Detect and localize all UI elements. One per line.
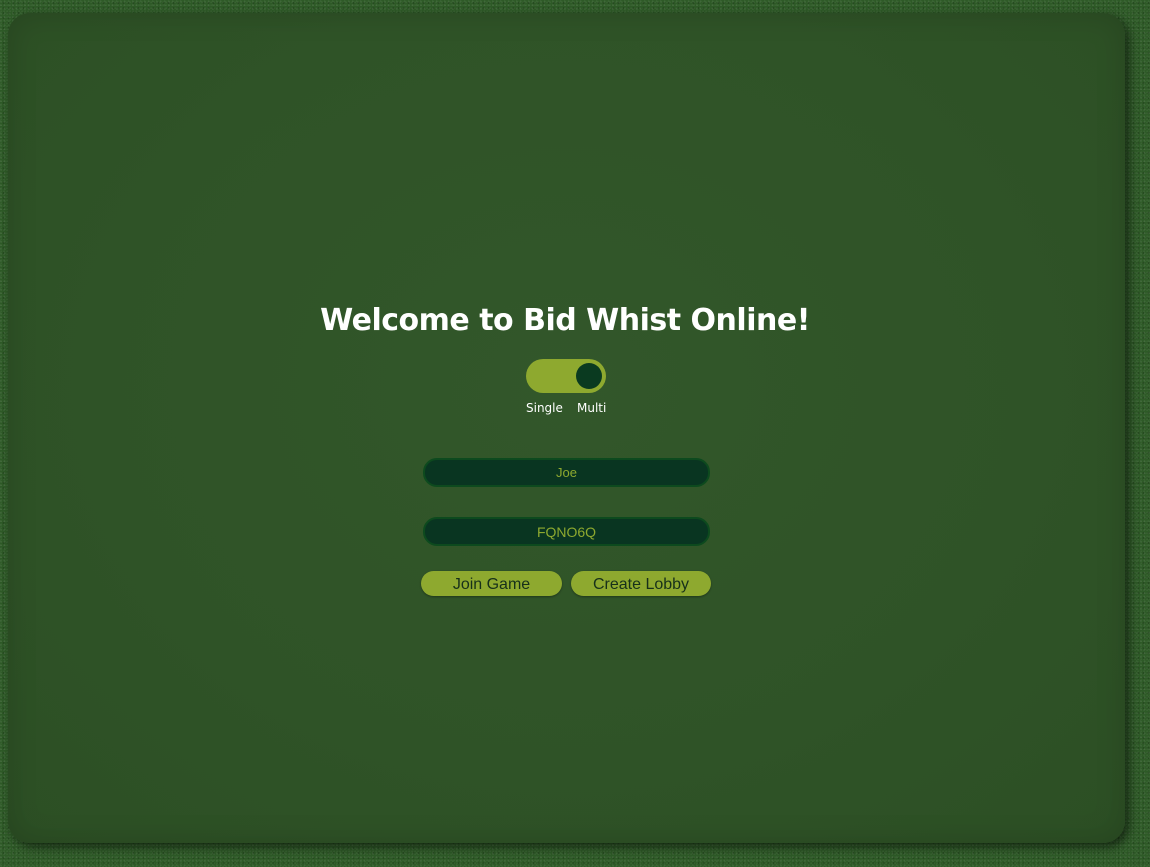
mode-label-multi: Multi <box>577 401 607 415</box>
player-name-input[interactable] <box>423 458 710 487</box>
create-lobby-button[interactable]: Create Lobby <box>571 571 711 596</box>
join-game-button[interactable]: Join Game <box>421 571 562 596</box>
game-table-panel <box>8 13 1125 843</box>
toggle-knob <box>576 363 602 389</box>
mode-label-single: Single <box>526 401 563 415</box>
lobby-code-input[interactable] <box>423 517 710 546</box>
mode-toggle[interactable] <box>526 359 606 393</box>
page-title: Welcome to Bid Whist Online! <box>320 303 810 339</box>
